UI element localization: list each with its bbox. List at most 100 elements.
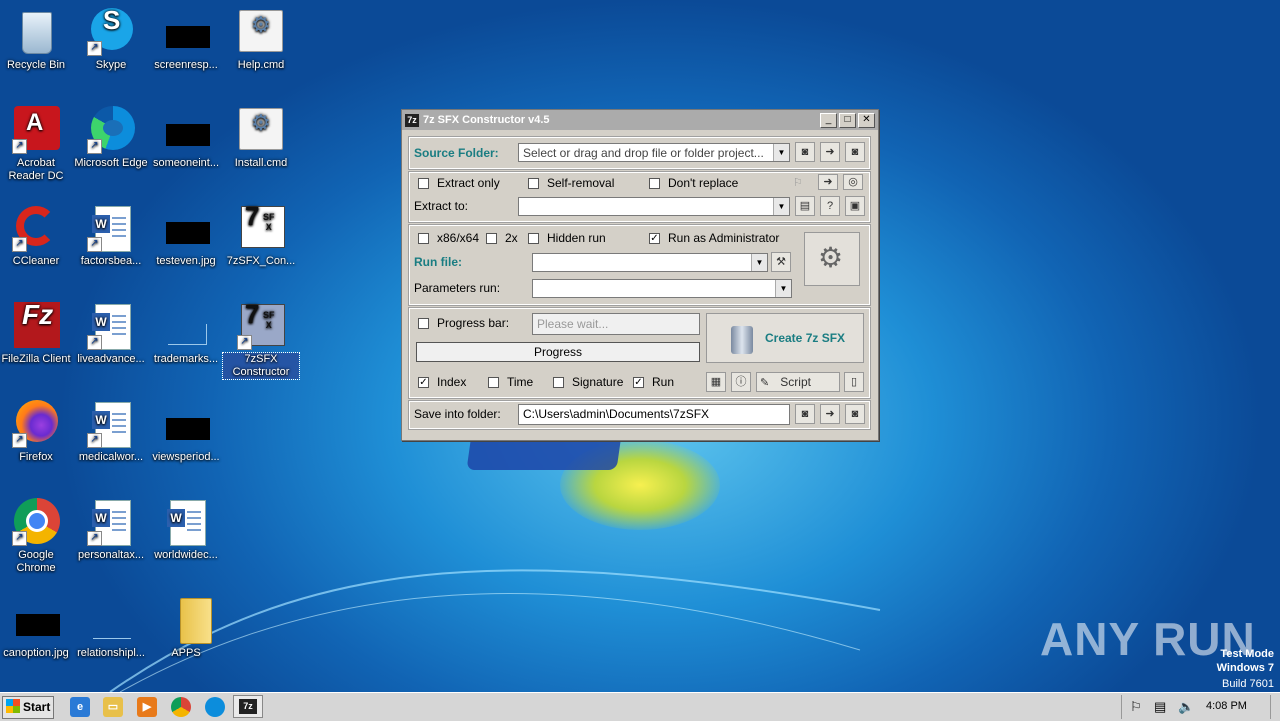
- maximize-button[interactable]: □: [839, 112, 856, 128]
- cmd-file-icon: ⚙: [237, 106, 285, 154]
- desktop-icon-personaltax[interactable]: W ↗ personaltax...: [73, 498, 149, 562]
- desktop-icon-acrobat[interactable]: A ↗ Acrobat Reader DC: [0, 106, 74, 183]
- save-folder-input[interactable]: C:\Users\admin\Documents\7zSFX: [518, 404, 790, 425]
- desktop-icon-help-cmd[interactable]: ⚙ Help.cmd: [223, 8, 299, 72]
- help-icon: ?: [826, 200, 834, 212]
- dont-replace-label: Don't replace: [668, 176, 739, 190]
- ie-taskbar-icon[interactable]: e: [70, 697, 90, 717]
- please-wait-input[interactable]: Please wait...: [532, 313, 700, 335]
- desktop-icon-edge[interactable]: ↗ Microsoft Edge: [73, 106, 149, 170]
- window-titlebar[interactable]: 7z 7z SFX Constructor v4.5 _ □ ✕: [402, 110, 878, 130]
- extract-only-checkbox[interactable]: [418, 178, 429, 189]
- flag-icon[interactable]: ⚐: [1130, 699, 1142, 715]
- lock-button[interactable]: ▣: [845, 196, 865, 216]
- desktop-icon-testeven[interactable]: testeven.jpg: [148, 204, 224, 268]
- desktop-icon-screenresp[interactable]: screenresp...: [148, 8, 224, 72]
- desktop-icon-chrome[interactable]: ↗ Google Chrome: [0, 498, 74, 575]
- save-folder-value: C:\Users\admin\Documents\7zSFX: [523, 407, 710, 421]
- extract-to-combo[interactable]: ▼: [518, 197, 790, 216]
- media-player-taskbar-icon[interactable]: ▶: [137, 697, 157, 717]
- desktop-icon-label: 7zSFX_Con...: [226, 255, 296, 267]
- desktop-icon-trademarks[interactable]: trademarks...: [148, 302, 224, 366]
- time-checkbox[interactable]: [488, 377, 499, 388]
- desktop-icon-canoption[interactable]: canoption.jpg: [0, 596, 74, 660]
- chevron-down-icon[interactable]: ▼: [775, 280, 791, 297]
- open-save-folder-button[interactable]: ➜: [820, 404, 840, 424]
- desktop-icon-firefox[interactable]: ↗ Firefox: [0, 400, 74, 464]
- folder-options-button[interactable]: ◙: [845, 142, 865, 162]
- dont-replace-checkbox[interactable]: [649, 178, 660, 189]
- source-folder-combo[interactable]: Select or drag and drop file or folder p…: [518, 143, 790, 162]
- desktop-icon-filezilla[interactable]: Fz FileZilla Client: [0, 301, 74, 366]
- desktop-icon-factorsbea[interactable]: W ↗ factorsbea...: [73, 204, 149, 268]
- chevron-down-icon[interactable]: ▼: [773, 198, 789, 215]
- create-7z-sfx-button[interactable]: Create 7z SFX: [706, 313, 864, 363]
- signature-checkbox[interactable]: [553, 377, 564, 388]
- close-button[interactable]: ✕: [858, 112, 875, 128]
- desktop-icon-label: factorsbea...: [80, 255, 142, 267]
- minimize-button[interactable]: _: [820, 112, 837, 128]
- check-circle-icon: ◎: [848, 176, 858, 188]
- run-file-combo[interactable]: ▼: [532, 253, 768, 272]
- settings-button[interactable]: ⚙: [804, 232, 860, 286]
- script-button[interactable]: ✎ Script: [756, 372, 840, 392]
- folder-icon: [162, 596, 212, 644]
- start-button[interactable]: Start: [2, 696, 54, 719]
- desktop-icon-someoneint[interactable]: someoneint...: [148, 106, 224, 170]
- browse-save-folder-button[interactable]: ◙: [795, 404, 815, 424]
- desktop-icon-ccleaner[interactable]: ↗ CCleaner: [0, 204, 74, 268]
- show-desktop-button[interactable]: [1270, 695, 1280, 719]
- 2x-checkbox[interactable]: [486, 233, 497, 244]
- desktop-icon-apps[interactable]: APPS: [148, 596, 224, 660]
- desktop-icon-viewsperiod[interactable]: viewsperiod...: [148, 400, 224, 464]
- desktop-icon-skype[interactable]: S ↗ Skype: [73, 7, 149, 72]
- browse-folder-button[interactable]: ◙: [795, 142, 815, 162]
- x86x64-checkbox[interactable]: [418, 233, 429, 244]
- run-as-admin-checkbox[interactable]: ✓: [649, 233, 660, 244]
- info-button[interactable]: ⓘ: [731, 372, 751, 392]
- document-button[interactable]: ▤: [795, 196, 815, 216]
- run-checkbox[interactable]: ✓: [633, 377, 644, 388]
- save-folder-options-button[interactable]: ◙: [845, 404, 865, 424]
- desktop-icon-label: Google Chrome: [16, 549, 56, 574]
- desktop-icon-label: medicalwor...: [78, 451, 144, 463]
- shortcut-arrow-icon: ↗: [87, 237, 102, 252]
- network-icon[interactable]: ▤: [1154, 699, 1166, 715]
- camera-icon: ◙: [851, 146, 859, 158]
- desktop-icon-install-cmd[interactable]: ⚙ Install.cmd: [223, 106, 299, 170]
- chevron-down-icon[interactable]: ▼: [751, 254, 767, 271]
- self-removal-checkbox[interactable]: [528, 178, 539, 189]
- index-checkbox[interactable]: ✓: [418, 377, 429, 388]
- save-group: Save into folder: C:\Users\admin\Documen…: [408, 400, 871, 430]
- chevron-down-icon[interactable]: ▼: [773, 144, 789, 161]
- progress-bar-checkbox[interactable]: [418, 318, 429, 329]
- clock[interactable]: 4:08 PM: [1206, 700, 1247, 712]
- image-button[interactable]: ▦: [706, 372, 726, 392]
- firefox-icon: ↗: [12, 400, 60, 448]
- extract-to-label: Extract to:: [414, 199, 469, 213]
- open-folder-button[interactable]: ➜: [820, 142, 840, 162]
- please-wait-placeholder: Please wait...: [537, 317, 609, 331]
- desktop-icon-7zsfx-constructor[interactable]: 7 SF X ↗ 7zSFX Constructor: [222, 301, 300, 380]
- 7zsfx-taskbar-button[interactable]: 7z: [233, 695, 263, 718]
- desktop-icon-7zsfx-con[interactable]: 7 SF X 7zSFX_Con...: [223, 203, 299, 268]
- clipboard-button[interactable]: ▯: [844, 372, 864, 392]
- arrow-right-button[interactable]: ➜: [818, 174, 838, 190]
- desktop-icon-liveadvance[interactable]: W ↗ liveadvance...: [73, 302, 149, 366]
- edge-taskbar-icon[interactable]: [205, 697, 225, 717]
- check-circle-button[interactable]: ◎: [843, 174, 863, 190]
- desktop-icon-label: Help.cmd: [237, 59, 285, 71]
- help-button[interactable]: ?: [820, 196, 840, 216]
- script-icon: ✎: [760, 377, 770, 389]
- desktop-icon-recycle-bin[interactable]: Recycle Bin: [0, 8, 74, 72]
- desktop-icon-worldwidec[interactable]: W worldwidec...: [148, 498, 224, 562]
- explorer-taskbar-icon[interactable]: ▭: [103, 697, 123, 717]
- hidden-run-checkbox[interactable]: [528, 233, 539, 244]
- parameters-run-combo[interactable]: ▼: [532, 279, 792, 298]
- desktop-icon-label: Recycle Bin: [6, 59, 66, 71]
- chrome-taskbar-icon[interactable]: [171, 697, 191, 717]
- wrench-button[interactable]: ⚒: [771, 252, 791, 272]
- desktop-icon-relationship[interactable]: relationshipl...: [73, 596, 149, 660]
- desktop-icon-medicalwor[interactable]: W ↗ medicalwor...: [73, 400, 149, 464]
- volume-icon[interactable]: 🔈: [1178, 699, 1194, 715]
